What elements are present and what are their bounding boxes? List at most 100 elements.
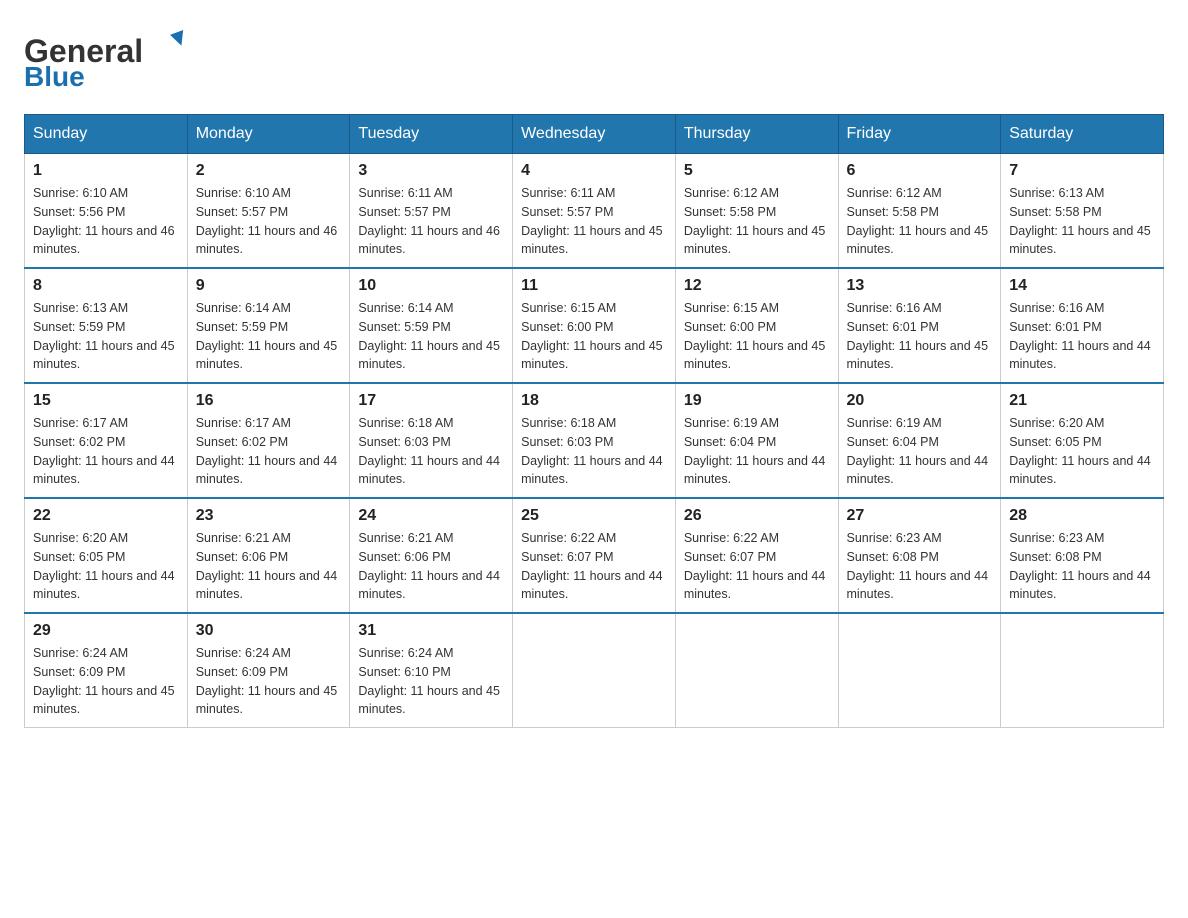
calendar-cell: 21 Sunrise: 6:20 AM Sunset: 6:05 PM Dayl…	[1001, 383, 1164, 498]
calendar-cell: 25 Sunrise: 6:22 AM Sunset: 6:07 PM Dayl…	[513, 498, 676, 613]
day-info: Sunrise: 6:15 AM Sunset: 6:00 PM Dayligh…	[684, 299, 830, 374]
calendar-cell: 11 Sunrise: 6:15 AM Sunset: 6:00 PM Dayl…	[513, 268, 676, 383]
day-info: Sunrise: 6:21 AM Sunset: 6:06 PM Dayligh…	[358, 529, 504, 604]
day-number: 23	[196, 507, 342, 525]
calendar-cell: 24 Sunrise: 6:21 AM Sunset: 6:06 PM Dayl…	[350, 498, 513, 613]
day-info: Sunrise: 6:17 AM Sunset: 6:02 PM Dayligh…	[33, 414, 179, 489]
day-number: 8	[33, 277, 179, 295]
calendar-cell: 7 Sunrise: 6:13 AM Sunset: 5:58 PM Dayli…	[1001, 154, 1164, 269]
calendar-cell	[1001, 613, 1164, 728]
calendar-week-row: 29 Sunrise: 6:24 AM Sunset: 6:09 PM Dayl…	[25, 613, 1164, 728]
calendar-cell: 3 Sunrise: 6:11 AM Sunset: 5:57 PM Dayli…	[350, 154, 513, 269]
day-number: 7	[1009, 162, 1155, 180]
day-info: Sunrise: 6:20 AM Sunset: 6:05 PM Dayligh…	[1009, 414, 1155, 489]
calendar-cell: 12 Sunrise: 6:15 AM Sunset: 6:00 PM Dayl…	[675, 268, 838, 383]
day-number: 14	[1009, 277, 1155, 295]
logo: General Blue	[24, 24, 184, 94]
day-info: Sunrise: 6:16 AM Sunset: 6:01 PM Dayligh…	[1009, 299, 1155, 374]
calendar-cell	[838, 613, 1001, 728]
day-number: 11	[521, 277, 667, 295]
day-number: 16	[196, 392, 342, 410]
day-info: Sunrise: 6:21 AM Sunset: 6:06 PM Dayligh…	[196, 529, 342, 604]
day-number: 26	[684, 507, 830, 525]
calendar-cell: 18 Sunrise: 6:18 AM Sunset: 6:03 PM Dayl…	[513, 383, 676, 498]
calendar-cell: 8 Sunrise: 6:13 AM Sunset: 5:59 PM Dayli…	[25, 268, 188, 383]
day-number: 18	[521, 392, 667, 410]
day-info: Sunrise: 6:11 AM Sunset: 5:57 PM Dayligh…	[521, 184, 667, 259]
calendar-cell: 26 Sunrise: 6:22 AM Sunset: 6:07 PM Dayl…	[675, 498, 838, 613]
day-info: Sunrise: 6:12 AM Sunset: 5:58 PM Dayligh…	[684, 184, 830, 259]
day-info: Sunrise: 6:20 AM Sunset: 6:05 PM Dayligh…	[33, 529, 179, 604]
day-info: Sunrise: 6:22 AM Sunset: 6:07 PM Dayligh…	[521, 529, 667, 604]
day-number: 2	[196, 162, 342, 180]
day-number: 24	[358, 507, 504, 525]
day-number: 29	[33, 622, 179, 640]
svg-text:Blue: Blue	[24, 61, 85, 92]
day-number: 25	[521, 507, 667, 525]
calendar-cell: 30 Sunrise: 6:24 AM Sunset: 6:09 PM Dayl…	[187, 613, 350, 728]
day-number: 4	[521, 162, 667, 180]
calendar-cell: 16 Sunrise: 6:17 AM Sunset: 6:02 PM Dayl…	[187, 383, 350, 498]
calendar-week-row: 22 Sunrise: 6:20 AM Sunset: 6:05 PM Dayl…	[25, 498, 1164, 613]
day-number: 17	[358, 392, 504, 410]
calendar-cell: 2 Sunrise: 6:10 AM Sunset: 5:57 PM Dayli…	[187, 154, 350, 269]
day-number: 15	[33, 392, 179, 410]
day-number: 9	[196, 277, 342, 295]
day-number: 20	[847, 392, 993, 410]
day-info: Sunrise: 6:12 AM Sunset: 5:58 PM Dayligh…	[847, 184, 993, 259]
calendar-cell: 19 Sunrise: 6:19 AM Sunset: 6:04 PM Dayl…	[675, 383, 838, 498]
day-info: Sunrise: 6:13 AM Sunset: 5:58 PM Dayligh…	[1009, 184, 1155, 259]
calendar-cell	[513, 613, 676, 728]
weekday-header-row: SundayMondayTuesdayWednesdayThursdayFrid…	[25, 115, 1164, 154]
day-info: Sunrise: 6:16 AM Sunset: 6:01 PM Dayligh…	[847, 299, 993, 374]
day-info: Sunrise: 6:24 AM Sunset: 6:09 PM Dayligh…	[196, 644, 342, 719]
day-info: Sunrise: 6:10 AM Sunset: 5:57 PM Dayligh…	[196, 184, 342, 259]
weekday-header-sunday: Sunday	[25, 115, 188, 154]
day-info: Sunrise: 6:14 AM Sunset: 5:59 PM Dayligh…	[358, 299, 504, 374]
day-info: Sunrise: 6:11 AM Sunset: 5:57 PM Dayligh…	[358, 184, 504, 259]
day-number: 5	[684, 162, 830, 180]
calendar-cell: 28 Sunrise: 6:23 AM Sunset: 6:08 PM Dayl…	[1001, 498, 1164, 613]
day-info: Sunrise: 6:15 AM Sunset: 6:00 PM Dayligh…	[521, 299, 667, 374]
day-number: 21	[1009, 392, 1155, 410]
weekday-header-tuesday: Tuesday	[350, 115, 513, 154]
calendar-cell	[675, 613, 838, 728]
weekday-header-saturday: Saturday	[1001, 115, 1164, 154]
day-info: Sunrise: 6:22 AM Sunset: 6:07 PM Dayligh…	[684, 529, 830, 604]
day-info: Sunrise: 6:13 AM Sunset: 5:59 PM Dayligh…	[33, 299, 179, 374]
calendar-cell: 29 Sunrise: 6:24 AM Sunset: 6:09 PM Dayl…	[25, 613, 188, 728]
day-number: 10	[358, 277, 504, 295]
day-info: Sunrise: 6:19 AM Sunset: 6:04 PM Dayligh…	[684, 414, 830, 489]
day-number: 22	[33, 507, 179, 525]
calendar-cell: 5 Sunrise: 6:12 AM Sunset: 5:58 PM Dayli…	[675, 154, 838, 269]
day-info: Sunrise: 6:17 AM Sunset: 6:02 PM Dayligh…	[196, 414, 342, 489]
day-number: 31	[358, 622, 504, 640]
calendar-cell: 1 Sunrise: 6:10 AM Sunset: 5:56 PM Dayli…	[25, 154, 188, 269]
calendar-week-row: 15 Sunrise: 6:17 AM Sunset: 6:02 PM Dayl…	[25, 383, 1164, 498]
day-info: Sunrise: 6:19 AM Sunset: 6:04 PM Dayligh…	[847, 414, 993, 489]
day-number: 12	[684, 277, 830, 295]
weekday-header-thursday: Thursday	[675, 115, 838, 154]
calendar-week-row: 1 Sunrise: 6:10 AM Sunset: 5:56 PM Dayli…	[25, 154, 1164, 269]
day-number: 3	[358, 162, 504, 180]
calendar-week-row: 8 Sunrise: 6:13 AM Sunset: 5:59 PM Dayli…	[25, 268, 1164, 383]
logo-svg: General Blue	[24, 24, 184, 94]
day-number: 6	[847, 162, 993, 180]
calendar-cell: 31 Sunrise: 6:24 AM Sunset: 6:10 PM Dayl…	[350, 613, 513, 728]
day-number: 28	[1009, 507, 1155, 525]
calendar-cell: 27 Sunrise: 6:23 AM Sunset: 6:08 PM Dayl…	[838, 498, 1001, 613]
page-header: General Blue	[24, 24, 1164, 94]
day-number: 19	[684, 392, 830, 410]
calendar-table: SundayMondayTuesdayWednesdayThursdayFrid…	[24, 114, 1164, 728]
weekday-header-wednesday: Wednesday	[513, 115, 676, 154]
calendar-cell: 10 Sunrise: 6:14 AM Sunset: 5:59 PM Dayl…	[350, 268, 513, 383]
calendar-cell: 14 Sunrise: 6:16 AM Sunset: 6:01 PM Dayl…	[1001, 268, 1164, 383]
calendar-cell: 13 Sunrise: 6:16 AM Sunset: 6:01 PM Dayl…	[838, 268, 1001, 383]
calendar-cell: 23 Sunrise: 6:21 AM Sunset: 6:06 PM Dayl…	[187, 498, 350, 613]
day-info: Sunrise: 6:23 AM Sunset: 6:08 PM Dayligh…	[847, 529, 993, 604]
day-info: Sunrise: 6:23 AM Sunset: 6:08 PM Dayligh…	[1009, 529, 1155, 604]
day-info: Sunrise: 6:14 AM Sunset: 5:59 PM Dayligh…	[196, 299, 342, 374]
day-number: 30	[196, 622, 342, 640]
weekday-header-monday: Monday	[187, 115, 350, 154]
calendar-cell: 4 Sunrise: 6:11 AM Sunset: 5:57 PM Dayli…	[513, 154, 676, 269]
